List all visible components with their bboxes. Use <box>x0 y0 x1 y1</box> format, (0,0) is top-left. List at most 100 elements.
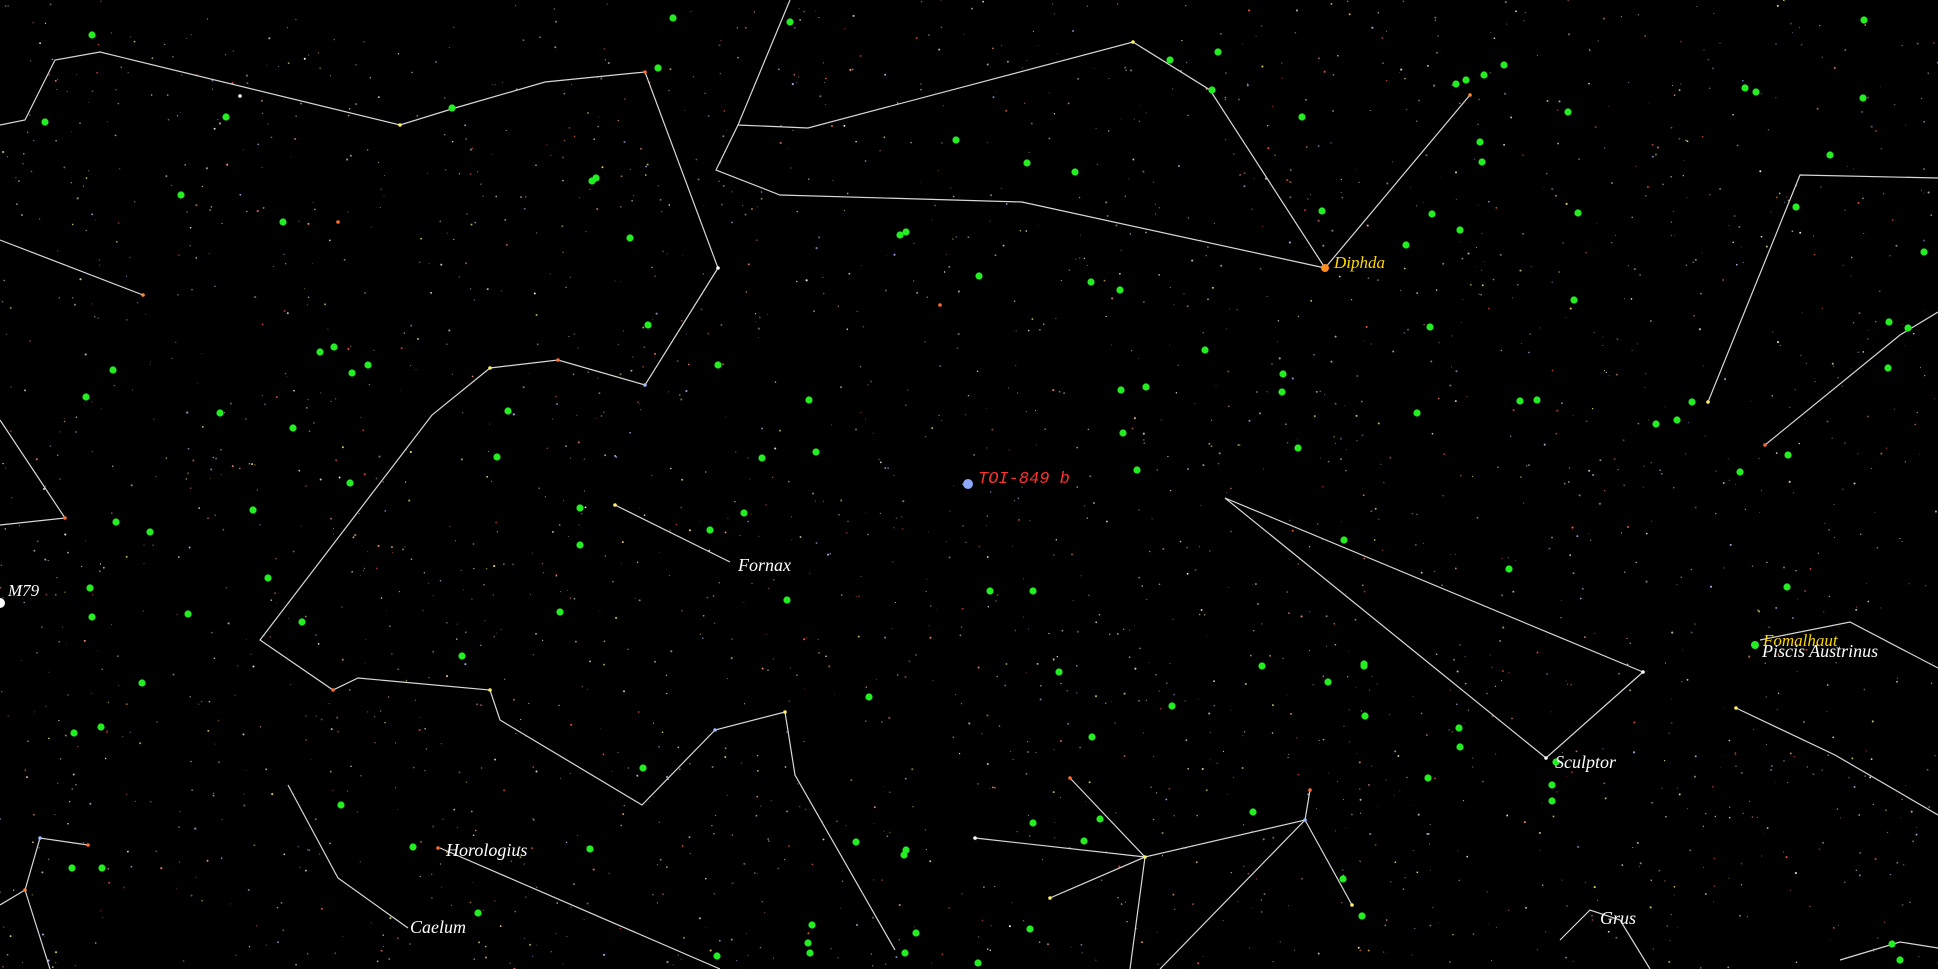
object-marker[interactable] <box>1087 278 1095 286</box>
object-marker[interactable] <box>177 191 185 199</box>
object-marker[interactable] <box>279 218 287 226</box>
object-marker[interactable] <box>1548 797 1556 805</box>
constellation-label-fornax[interactable]: Fornax <box>737 555 791 575</box>
object-marker[interactable] <box>805 396 813 404</box>
object-marker[interactable] <box>1456 743 1464 751</box>
object-marker[interactable] <box>1279 370 1287 378</box>
object-marker[interactable] <box>626 234 634 242</box>
object-marker[interactable] <box>1896 956 1904 964</box>
object-marker[interactable] <box>1885 318 1893 326</box>
object-marker[interactable] <box>1736 468 1744 476</box>
object-marker[interactable] <box>1455 724 1463 732</box>
object-marker[interactable] <box>1119 429 1127 437</box>
object-marker[interactable] <box>82 393 90 401</box>
object-marker[interactable] <box>644 321 652 329</box>
constellation-label-sculptor[interactable]: Sculptor <box>1555 752 1617 772</box>
star-label-diphda[interactable]: Diphda <box>1333 253 1385 272</box>
object-marker[interactable] <box>902 846 910 854</box>
object-marker[interactable] <box>1258 662 1266 670</box>
object-marker[interactable] <box>639 764 647 772</box>
object-marker[interactable] <box>1859 94 1867 102</box>
object-marker[interactable] <box>112 518 120 526</box>
object-marker[interactable] <box>337 801 345 809</box>
object-marker[interactable] <box>474 909 482 917</box>
star-fomalhaut[interactable] <box>1751 641 1759 649</box>
object-marker[interactable] <box>1278 388 1286 396</box>
object-marker[interactable] <box>1826 151 1834 159</box>
object-marker[interactable] <box>1201 346 1209 354</box>
object-marker[interactable] <box>493 453 501 461</box>
object-marker[interactable] <box>1324 678 1332 686</box>
target-label[interactable]: TOI-849 b <box>978 470 1070 489</box>
object-marker[interactable] <box>1249 808 1257 816</box>
star-diphda[interactable] <box>1321 264 1329 272</box>
object-marker[interactable] <box>1168 702 1176 710</box>
object-marker[interactable] <box>1783 583 1791 591</box>
object-marker[interactable] <box>1294 444 1302 452</box>
object-marker[interactable] <box>1884 364 1892 372</box>
object-marker[interactable] <box>448 104 456 112</box>
constellation-label-caelum[interactable]: Caelum <box>410 917 466 937</box>
object-marker[interactable] <box>346 479 354 487</box>
object-marker[interactable] <box>1456 226 1464 234</box>
object-marker[interactable] <box>1505 565 1513 573</box>
object-marker[interactable] <box>216 409 224 417</box>
object-marker[interactable] <box>654 64 662 72</box>
object-marker[interactable] <box>1361 712 1369 720</box>
object-marker[interactable] <box>97 723 105 731</box>
object-marker[interactable] <box>222 113 230 121</box>
object-marker[interactable] <box>1462 76 1470 84</box>
object-marker[interactable] <box>458 652 466 660</box>
object-marker[interactable] <box>1673 416 1681 424</box>
object-marker[interactable] <box>138 679 146 687</box>
object-marker[interactable] <box>865 693 873 701</box>
object-marker[interactable] <box>669 14 677 22</box>
object-marker[interactable] <box>1424 774 1432 782</box>
sky-chart[interactable]: TOI-849 b Diphda Piscis Austrinus Fomalh… <box>0 0 1938 969</box>
object-marker[interactable] <box>852 838 860 846</box>
object-marker[interactable] <box>1071 168 1079 176</box>
object-marker[interactable] <box>146 528 154 536</box>
object-marker[interactable] <box>1652 420 1660 428</box>
object-marker[interactable] <box>1358 912 1366 920</box>
object-marker[interactable] <box>975 272 983 280</box>
object-marker[interactable] <box>1080 837 1088 845</box>
object-marker[interactable] <box>70 729 78 737</box>
object-marker[interactable] <box>1055 668 1063 676</box>
object-marker[interactable] <box>1318 207 1326 215</box>
object-marker[interactable] <box>86 584 94 592</box>
object-marker[interactable] <box>714 361 722 369</box>
object-marker[interactable] <box>912 929 920 937</box>
object-marker[interactable] <box>88 613 96 621</box>
object-marker[interactable] <box>1029 587 1037 595</box>
object-marker[interactable] <box>184 610 192 618</box>
object-marker[interactable] <box>1117 386 1125 394</box>
object-marker[interactable] <box>1413 409 1421 417</box>
object-marker[interactable] <box>706 526 714 534</box>
object-marker[interactable] <box>289 424 297 432</box>
object-marker[interactable] <box>1570 296 1578 304</box>
constellation-label-grus[interactable]: Grus <box>1600 908 1636 928</box>
target-marker[interactable] <box>963 479 973 489</box>
object-marker[interactable] <box>1533 396 1541 404</box>
object-marker[interactable] <box>592 174 600 182</box>
object-marker[interactable] <box>896 231 904 239</box>
object-marker[interactable] <box>98 864 106 872</box>
object-marker[interactable] <box>783 596 791 604</box>
object-marker[interactable] <box>974 959 982 967</box>
object-marker[interactable] <box>1478 158 1486 166</box>
object-marker[interactable] <box>1792 203 1800 211</box>
object-marker[interactable] <box>576 541 584 549</box>
object-marker[interactable] <box>264 574 272 582</box>
object-marker[interactable] <box>1548 781 1556 789</box>
object-marker[interactable] <box>901 949 909 957</box>
object-marker[interactable] <box>1574 209 1582 217</box>
object-marker[interactable] <box>1904 324 1912 332</box>
object-marker[interactable] <box>1166 56 1174 64</box>
object-marker[interactable] <box>1142 383 1150 391</box>
object-marker[interactable] <box>1402 241 1410 249</box>
object-marker[interactable] <box>576 504 584 512</box>
object-marker[interactable] <box>804 939 812 947</box>
object-marker[interactable] <box>1426 323 1434 331</box>
object-marker[interactable] <box>1133 466 1141 474</box>
